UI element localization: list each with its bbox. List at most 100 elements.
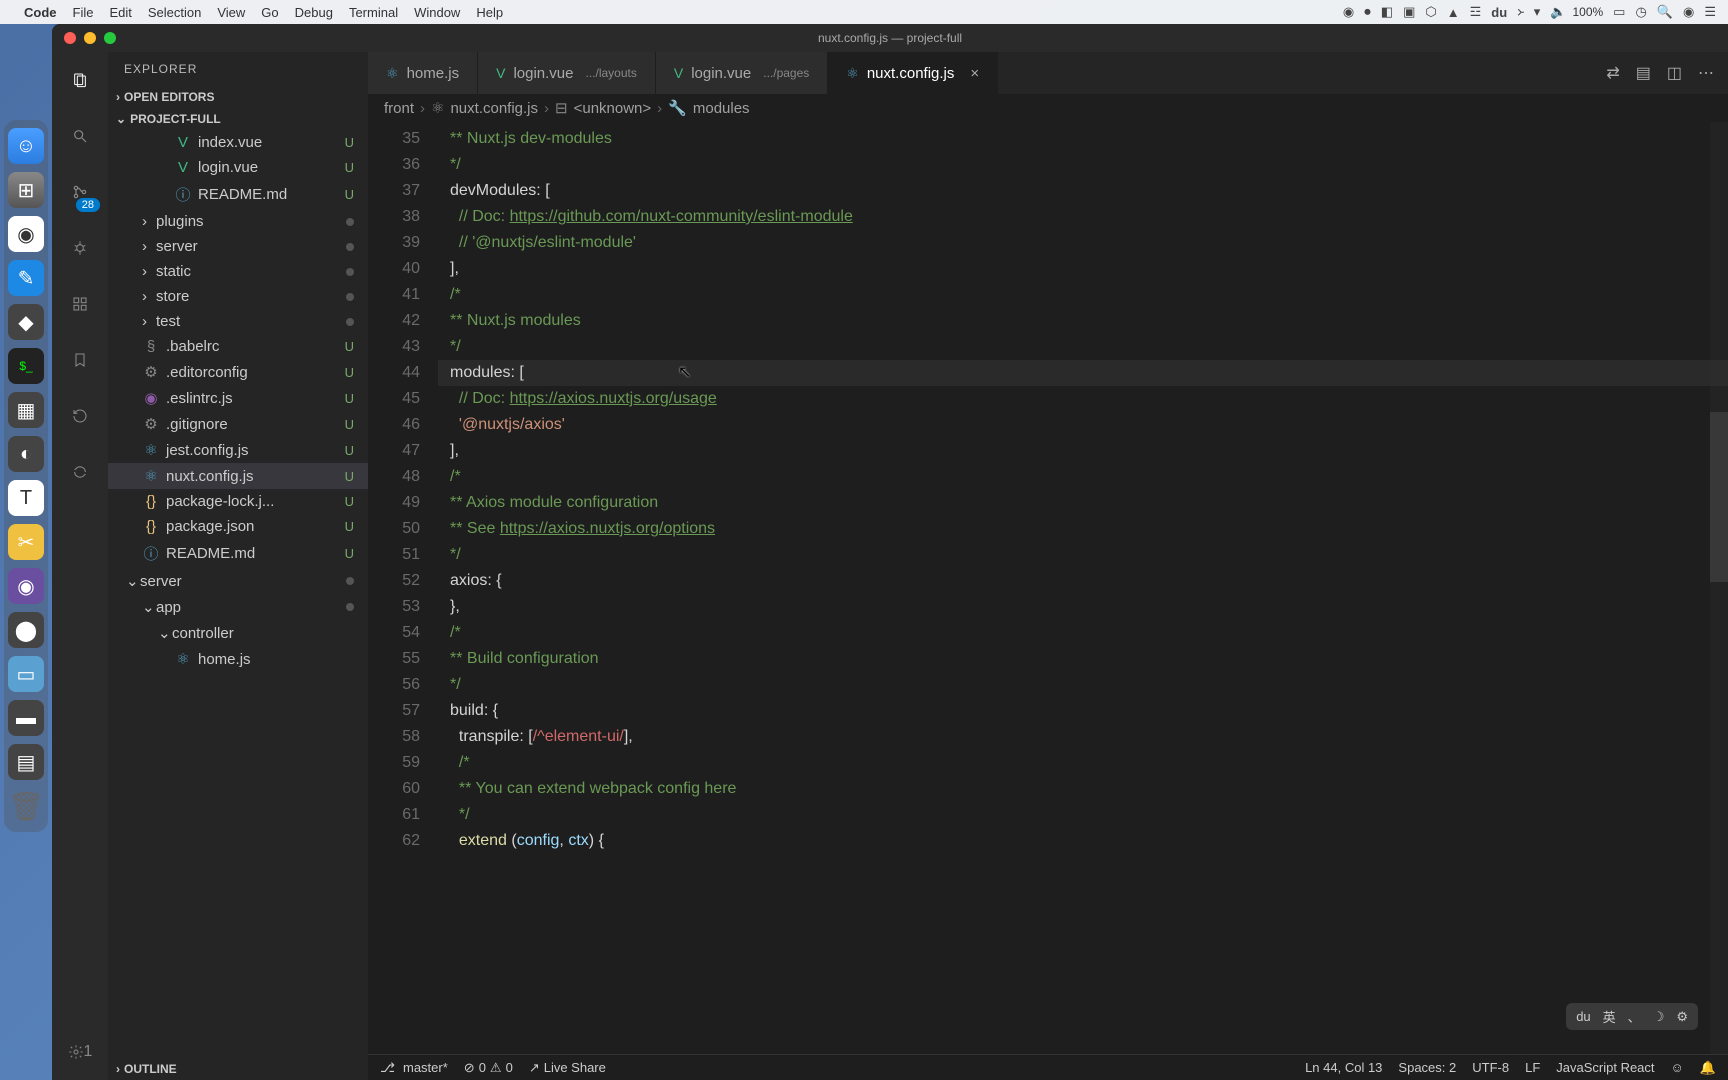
- file-item[interactable]: ⓘREADME.mdU: [108, 539, 368, 568]
- file-item[interactable]: Vlogin.vueU: [108, 155, 368, 180]
- dock-app[interactable]: ◆: [8, 304, 44, 340]
- status-icon[interactable]: ◉: [1343, 4, 1354, 20]
- project-section[interactable]: ⌄ PROJECT-FULL: [108, 108, 368, 130]
- code-line[interactable]: ** Build configuration: [438, 646, 1728, 672]
- editor-tab[interactable]: Vlogin.vue.../pages: [656, 52, 828, 94]
- ime-panel[interactable]: du 英 、 ☽ ⚙: [1566, 1003, 1698, 1030]
- window-titlebar[interactable]: nuxt.config.js — project-full: [52, 24, 1728, 52]
- dock-textedit[interactable]: T: [8, 480, 44, 516]
- file-item[interactable]: ⚙.gitignoreU: [108, 411, 368, 437]
- cursor-position[interactable]: Ln 44, Col 13: [1305, 1060, 1382, 1075]
- dock-terminal[interactable]: $_: [8, 348, 44, 384]
- editor-tab[interactable]: ⚛home.js: [368, 52, 478, 94]
- dock-app[interactable]: ◉: [8, 568, 44, 604]
- dock-finder[interactable]: ☺: [8, 128, 44, 164]
- close-tab-icon[interactable]: ×: [970, 65, 979, 82]
- editor-tab[interactable]: Vlogin.vue.../layouts: [478, 52, 656, 94]
- code-line[interactable]: '@nuxtjs/axios': [438, 412, 1728, 438]
- dock-app[interactable]: ▦: [8, 392, 44, 428]
- dock-app[interactable]: ◐: [8, 436, 44, 472]
- menu-edit[interactable]: Edit: [109, 5, 131, 20]
- folder-item[interactable]: ›store: [108, 284, 368, 309]
- code-line[interactable]: modules: [: [438, 360, 1728, 386]
- minimap[interactable]: [1710, 122, 1728, 1054]
- dock-launchpad[interactable]: ⊞: [8, 172, 44, 208]
- breadcrumb-item[interactable]: nuxt.config.js: [450, 100, 538, 117]
- dock-app[interactable]: ✎: [8, 260, 44, 296]
- activity-scm-icon[interactable]: 28: [64, 176, 96, 208]
- volume-icon[interactable]: 🔈: [1550, 4, 1566, 20]
- code-line[interactable]: // Doc: https://axios.nuxtjs.org/usage: [438, 386, 1728, 412]
- split-editor-icon[interactable]: ◫: [1667, 63, 1682, 83]
- code-line[interactable]: build: {: [438, 698, 1728, 724]
- folder-item[interactable]: ⌄server: [108, 568, 368, 594]
- dock-app[interactable]: ▤: [8, 744, 44, 780]
- status-icon[interactable]: ⏺: [1364, 4, 1371, 20]
- status-icon[interactable]: ▣: [1403, 4, 1415, 20]
- activity-debug-icon[interactable]: [64, 232, 96, 264]
- notifications-icon[interactable]: 🔔: [1700, 1060, 1716, 1076]
- code-line[interactable]: extend (config, ctx) {: [438, 828, 1728, 854]
- code-line[interactable]: ],: [438, 256, 1728, 282]
- folder-item[interactable]: ⌄controller: [108, 620, 368, 646]
- file-item[interactable]: §.babelrcU: [108, 334, 368, 359]
- code-line[interactable]: transpile: [/^element-ui/],: [438, 724, 1728, 750]
- file-item[interactable]: ⚛jest.config.jsU: [108, 437, 368, 463]
- code-body[interactable]: ** Nuxt.js dev-modules*/devModules: [ //…: [438, 122, 1728, 1054]
- ime-settings-icon[interactable]: ⚙: [1676, 1009, 1688, 1025]
- status-icon[interactable]: ◧: [1381, 4, 1393, 20]
- folder-item[interactable]: ›test: [108, 309, 368, 334]
- code-line[interactable]: },: [438, 594, 1728, 620]
- siri-icon[interactable]: ◉: [1683, 4, 1694, 20]
- code-line[interactable]: // Doc: https://github.com/nuxt-communit…: [438, 204, 1728, 230]
- git-branch[interactable]: ⎇ master*: [380, 1060, 448, 1076]
- activity-extensions-icon[interactable]: [64, 288, 96, 320]
- code-line[interactable]: ** Nuxt.js modules: [438, 308, 1728, 334]
- menu-help[interactable]: Help: [476, 5, 503, 20]
- code-line[interactable]: /*: [438, 620, 1728, 646]
- file-item[interactable]: ◉.eslintrc.jsU: [108, 385, 368, 411]
- code-editor[interactable]: 3536373839404142434445464748495051525354…: [368, 122, 1728, 1054]
- breadcrumb[interactable]: front › ⚛ nuxt.config.js › ⊟ <unknown> ›…: [368, 94, 1728, 122]
- activity-sync-icon[interactable]: [64, 456, 96, 488]
- ime-item[interactable]: ☽: [1653, 1009, 1665, 1025]
- code-line[interactable]: */: [438, 802, 1728, 828]
- code-line[interactable]: */: [438, 152, 1728, 178]
- file-item[interactable]: {}package.jsonU: [108, 514, 368, 539]
- breadcrumb-item[interactable]: modules: [693, 100, 750, 117]
- dock-app[interactable]: ⬤: [8, 612, 44, 648]
- file-item[interactable]: ⚛nuxt.config.jsU: [108, 463, 368, 489]
- file-item[interactable]: Vindex.vueU: [108, 130, 368, 155]
- file-item[interactable]: ⚛home.js: [108, 646, 368, 672]
- battery-icon[interactable]: ▭: [1613, 4, 1625, 20]
- code-line[interactable]: /*: [438, 464, 1728, 490]
- app-name[interactable]: Code: [24, 5, 57, 20]
- code-line[interactable]: */: [438, 334, 1728, 360]
- more-actions-icon[interactable]: ⋯: [1698, 63, 1714, 83]
- open-editors-section[interactable]: › OPEN EDITORS: [108, 86, 368, 108]
- control-center-icon[interactable]: ☰: [1704, 4, 1716, 20]
- dock-app[interactable]: ▬: [8, 700, 44, 736]
- activity-search-icon[interactable]: [64, 120, 96, 152]
- breadcrumb-item[interactable]: <unknown>: [574, 100, 652, 117]
- menu-selection[interactable]: Selection: [148, 5, 201, 20]
- code-line[interactable]: ** You can extend webpack config here: [438, 776, 1728, 802]
- dock-app[interactable]: ✂: [8, 524, 44, 560]
- code-line[interactable]: // '@nuxtjs/eslint-module': [438, 230, 1728, 256]
- battery-percent[interactable]: 100%: [1572, 5, 1603, 19]
- encoding[interactable]: UTF-8: [1472, 1060, 1509, 1075]
- status-icon[interactable]: du: [1491, 5, 1507, 20]
- menu-window[interactable]: Window: [414, 5, 460, 20]
- code-line[interactable]: /*: [438, 282, 1728, 308]
- activity-explorer-icon[interactable]: [64, 64, 96, 96]
- editor-tab[interactable]: ⚛nuxt.config.js×: [828, 52, 998, 94]
- indentation[interactable]: Spaces: 2: [1398, 1060, 1456, 1075]
- window-close-button[interactable]: [64, 32, 76, 44]
- code-line[interactable]: ** Nuxt.js dev-modules: [438, 126, 1728, 152]
- language-mode[interactable]: JavaScript React: [1556, 1060, 1654, 1075]
- bluetooth-icon[interactable]: ᚛: [1517, 4, 1524, 20]
- code-line[interactable]: /*: [438, 750, 1728, 776]
- ime-item[interactable]: 、: [1628, 1007, 1641, 1026]
- menu-terminal[interactable]: Terminal: [349, 5, 398, 20]
- eol[interactable]: LF: [1525, 1060, 1540, 1075]
